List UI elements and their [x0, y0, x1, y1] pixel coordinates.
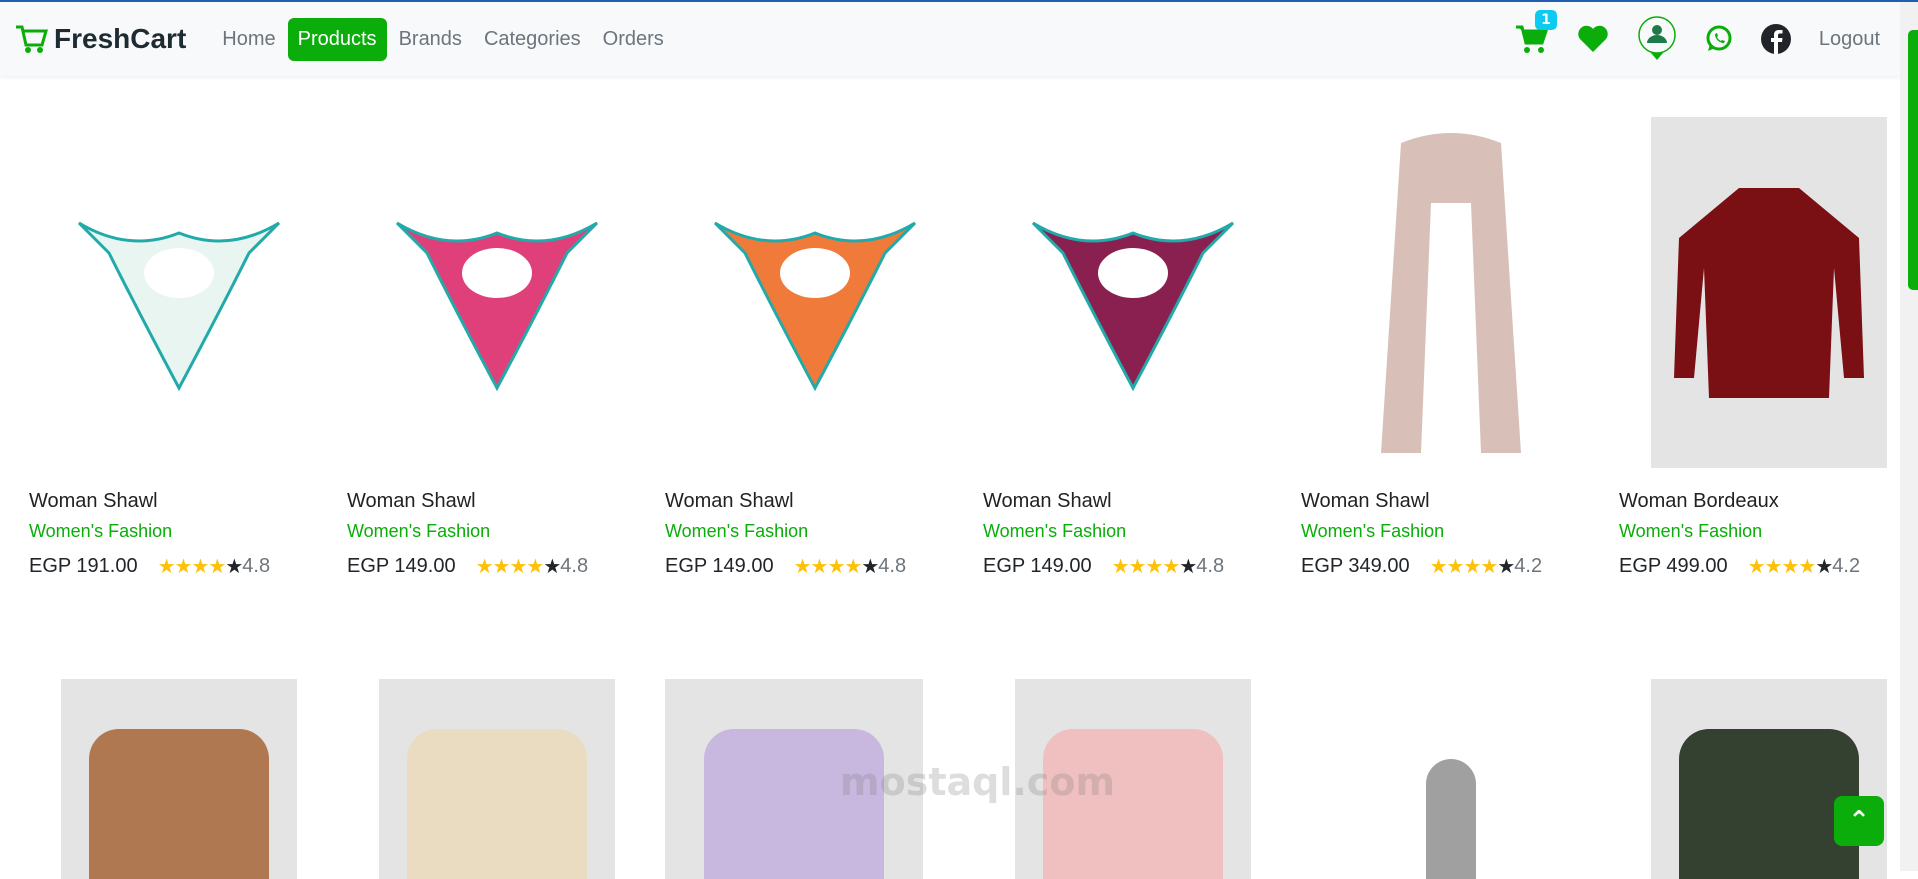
nav-brands[interactable]: Brands	[389, 18, 472, 61]
product-title[interactable]: Woman Shawl	[665, 490, 983, 513]
product-title[interactable]: Woman Shawl	[347, 490, 665, 513]
product-category: Women's Fashion	[1619, 521, 1763, 541]
product-title[interactable]: Woman Shawl	[1301, 490, 1619, 513]
nav-products[interactable]: Products	[287, 17, 387, 61]
product-category: Women's Fashion	[1301, 521, 1445, 541]
product-rating: 4.2	[1832, 555, 1861, 577]
product-rating: 4.8	[242, 555, 271, 577]
facebook-icon	[1760, 24, 1791, 54]
product-card[interactable]: Woman Shawl Women's Fashion EGP 149.00 ★…	[665, 117, 983, 579]
product-category: Women's Fashion	[983, 521, 1127, 541]
brand-name: FreshCart	[54, 23, 187, 54]
product-image[interactable]	[29, 117, 329, 468]
product-rating: 4.8	[1196, 555, 1225, 577]
product-price: EGP 349.00	[1301, 555, 1410, 577]
nav-categories[interactable]: Categories	[474, 18, 591, 61]
facebook-link[interactable]	[1760, 24, 1791, 54]
product-card[interactable]	[1301, 679, 1601, 879]
scrollbar-thumb[interactable]	[1908, 30, 1918, 290]
wishlist-button[interactable]	[1577, 25, 1609, 53]
scrollbar[interactable]	[1900, 2, 1918, 871]
product-rating: 4.2	[1514, 555, 1543, 577]
product-price: EGP 499.00	[1619, 555, 1728, 577]
product-category: Women's Fashion	[347, 521, 491, 541]
whatsapp-icon	[1706, 25, 1732, 51]
product-card[interactable]: Woman Shawl Women's Fashion EGP 191.00 ★…	[29, 117, 347, 579]
scroll-to-top-button[interactable]: ⌃	[1834, 796, 1884, 846]
product-category: Women's Fashion	[29, 521, 173, 541]
navbar: FreshCart Home Products Brands Categorie…	[0, 2, 1900, 76]
chevron-double-up-icon: ⌃	[1848, 806, 1870, 836]
profile-button[interactable]	[1637, 16, 1677, 62]
nav-home[interactable]: Home	[212, 18, 285, 61]
product-category: Women's Fashion	[665, 521, 809, 541]
heart-icon	[1578, 25, 1608, 52]
product-card[interactable]: Woman Shawl Women's Fashion EGP 149.00 ★…	[983, 117, 1301, 579]
product-price: EGP 191.00	[29, 555, 138, 577]
product-image[interactable]	[1619, 117, 1918, 468]
product-image[interactable]	[379, 679, 615, 879]
product-card[interactable]: Woman Bordeaux Women's Fashion EGP 499.0…	[1619, 117, 1918, 579]
product-title[interactable]: Woman Shawl	[29, 490, 347, 513]
product-image[interactable]	[1333, 679, 1569, 879]
product-price: EGP 149.00	[665, 555, 774, 577]
star-rating-icon: ★★★★★	[1429, 556, 1516, 578]
watermark: mostaql.com	[840, 760, 1116, 804]
product-image[interactable]	[347, 117, 647, 468]
star-rating-icon: ★★★★★	[157, 556, 244, 578]
product-card[interactable]: Woman Shawl Women's Fashion EGP 149.00 ★…	[347, 117, 665, 579]
logout-link[interactable]: Logout	[1819, 28, 1880, 51]
product-image[interactable]	[61, 679, 297, 879]
product-price: EGP 149.00	[347, 555, 456, 577]
product-card[interactable]	[347, 679, 647, 879]
user-icon	[1638, 16, 1676, 60]
product-title[interactable]: Woman Shawl	[983, 490, 1301, 513]
product-rating: 4.8	[878, 555, 907, 577]
cart-count-badge: 1	[1535, 10, 1557, 30]
cart-button[interactable]: 1	[1515, 10, 1557, 54]
star-rating-icon: ★★★★★	[475, 556, 562, 578]
star-rating-icon: ★★★★★	[793, 556, 880, 578]
brand-logo[interactable]: FreshCart	[14, 23, 186, 55]
star-rating-icon: ★★★★★	[1747, 556, 1834, 578]
whatsapp-link[interactable]	[1705, 25, 1733, 53]
star-rating-icon: ★★★★★	[1111, 556, 1198, 578]
product-image[interactable]	[983, 117, 1283, 468]
product-price: EGP 149.00	[983, 555, 1092, 577]
nav-orders[interactable]: Orders	[593, 18, 674, 61]
cart-logo-icon	[16, 25, 48, 53]
product-card[interactable]	[1619, 679, 1918, 879]
product-card[interactable]	[29, 679, 329, 879]
product-image[interactable]	[665, 117, 965, 468]
product-card[interactable]: Woman Shawl Women's Fashion EGP 349.00 ★…	[1301, 117, 1619, 579]
product-image[interactable]	[1301, 117, 1601, 468]
product-image[interactable]	[1651, 679, 1887, 879]
product-grid: Woman Shawl Women's Fashion EGP 191.00 ★…	[29, 117, 1918, 579]
product-title[interactable]: Woman Bordeaux	[1619, 490, 1918, 513]
product-rating: 4.8	[560, 555, 589, 577]
